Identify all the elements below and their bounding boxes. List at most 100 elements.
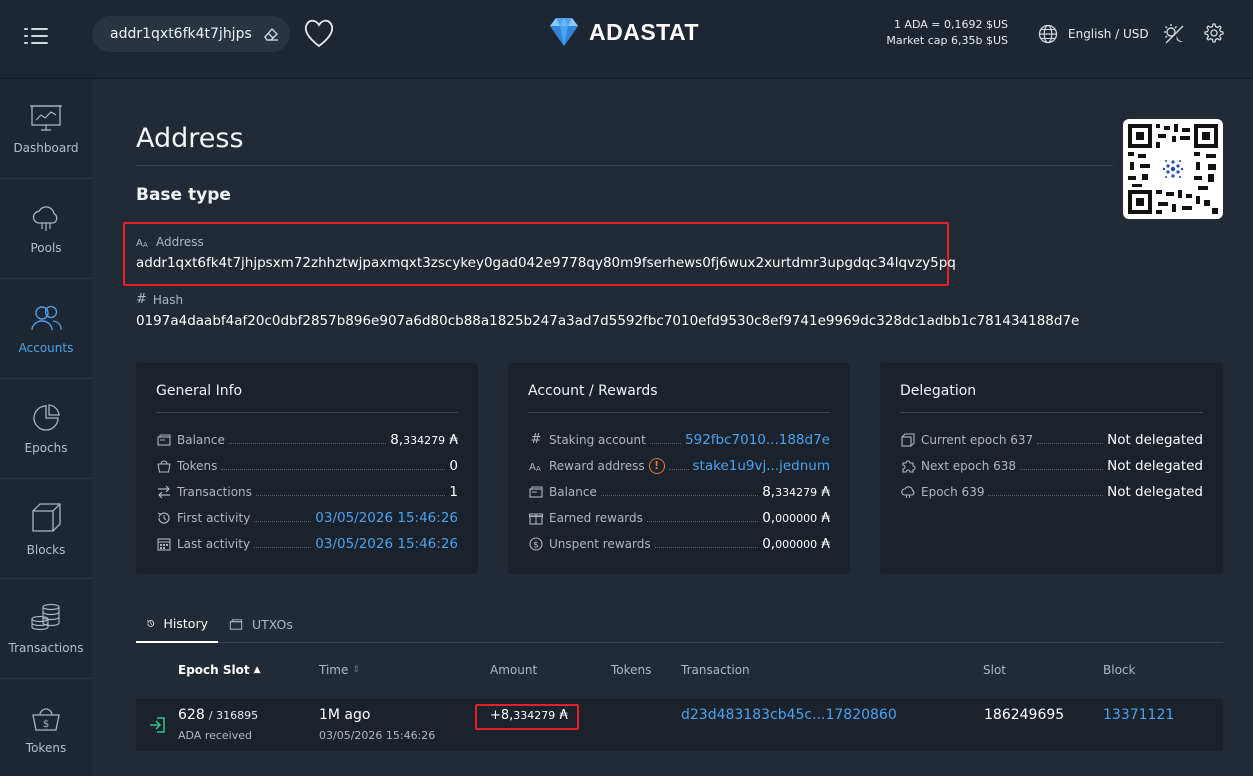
favorite-heart-icon[interactable] <box>302 16 336 54</box>
address-field: AA Address addr1qxt6fk4t7jhjpsxm72zhhztw… <box>136 235 956 271</box>
sidebar-item-accounts[interactable]: Accounts <box>0 279 92 379</box>
hash-value[interactable]: 0197a4daabf4af20c0dbf2857b896e907a6d80cb… <box>136 313 1079 329</box>
transactions-row: Transactions 1 <box>156 479 458 505</box>
card-title: Delegation <box>900 383 1203 413</box>
delegation-status: Not delegated <box>1107 432 1203 448</box>
incoming-arrow-icon <box>150 717 165 733</box>
first-activity-link[interactable]: 03/05/2026 15:46:26 <box>315 510 458 526</box>
hash-field: # Hash 0197a4daabf4af20c0dbf2857b896e907… <box>136 292 1079 329</box>
history-icon <box>157 512 170 524</box>
menu-icon[interactable] <box>24 26 48 46</box>
basket-icon <box>157 460 171 473</box>
calendar-icon <box>157 538 171 551</box>
qr-code[interactable] <box>1123 119 1223 219</box>
tx-type: ADA received <box>178 729 253 742</box>
market-cap: Market cap 6,35b $US <box>886 34 1008 47</box>
column-header-epoch-slot[interactable]: Epoch Slot ▲ <box>178 663 261 677</box>
slot-in-epoch: / 316895 <box>208 709 259 722</box>
reward-address-row: AA Reward address ! stake1u9vj...jednum <box>528 453 830 479</box>
qr-code-image <box>1128 124 1218 214</box>
transactions-value: 1 <box>449 484 458 500</box>
amount-highlight <box>475 704 579 730</box>
card-title: Account / Rewards <box>528 383 830 413</box>
unspent-rewards-row: $ Unspent rewards 0,000000 ₳ <box>528 531 830 557</box>
column-header-time[interactable]: Time ⇕ <box>319 663 360 677</box>
block-link[interactable]: 13371121 <box>1103 707 1174 723</box>
hash-label: Hash <box>152 292 184 307</box>
history-icon <box>147 619 155 627</box>
sidebar-item-label: Tokens <box>25 740 67 755</box>
sidebar-item-dashboard[interactable]: Dashboard <box>0 79 92 179</box>
last-activity-link[interactable]: 03/05/2026 15:46:26 <box>315 536 458 552</box>
sidebar-item-blocks[interactable]: Blocks <box>0 479 92 579</box>
column-header-slot: Slot <box>983 663 1006 677</box>
sidebar-item-label: Accounts <box>18 340 74 355</box>
balance-label: Balance <box>177 433 225 447</box>
sort-icon: ⇕ <box>352 665 360 675</box>
unspent-rewards-label: Unspent rewards <box>549 537 651 551</box>
reward-address-label: Reward address <box>549 459 645 473</box>
general-info-card: General Info Balance 8,334279 ₳ Tokens 0… <box>136 363 478 574</box>
delegation-epoch-label: Next epoch 638 <box>921 459 1017 473</box>
top-bar: addr1qxt6fk4t7jhjpsxm ADASTAT 1 ADA = 0,… <box>0 0 1253 79</box>
account-balance-row: Balance 8,334279 ₳ <box>528 479 830 505</box>
slot-value: 186249695 <box>984 707 1065 723</box>
theme-toggle-icon[interactable] <box>1162 22 1186 50</box>
tab-label: History <box>163 615 208 631</box>
hash-icon: # <box>530 432 542 447</box>
title-divider <box>136 165 1113 166</box>
epoch-number: 628 <box>178 707 205 723</box>
cloud-icon <box>32 205 58 231</box>
logo[interactable]: ADASTAT <box>547 15 699 49</box>
unspent-rewards-value: 0,000000 ₳ <box>762 536 830 552</box>
tokens-row: Tokens 0 <box>156 453 458 479</box>
reward-address-link[interactable]: stake1u9vj...jednum <box>693 458 830 474</box>
eraser-icon[interactable] <box>262 25 280 47</box>
wallet-icon <box>529 486 543 498</box>
wallet-icon <box>229 618 243 630</box>
tab-bar: History UTXOs <box>136 605 1223 643</box>
column-header-block: Block <box>1103 663 1136 677</box>
tab-history[interactable]: History <box>136 605 218 643</box>
svg-text:A: A <box>143 241 148 248</box>
last-activity-label: Last activity <box>177 537 251 551</box>
tab-utxos[interactable]: UTXOs <box>218 605 303 643</box>
epoch-slot-cell: 628 / 316895 <box>178 707 258 723</box>
staking-account-link[interactable]: 592fbc7010...188d7e <box>685 432 830 448</box>
svg-text:$: $ <box>533 541 539 551</box>
time-ago: 1M ago <box>319 707 371 723</box>
delegation-status: Not delegated <box>1107 458 1203 474</box>
tab-label: UTXOs <box>252 616 293 632</box>
first-activity-row: First activity 03/05/2026 15:46:26 <box>156 505 458 531</box>
settings-gear-icon[interactable] <box>1202 22 1224 48</box>
address-value[interactable]: addr1qxt6fk4t7jhjpsxm72zhhztwjpaxmqxt3zs… <box>136 255 956 271</box>
address-type-heading: Base type <box>136 185 231 205</box>
delegation-row: Epoch 639 Not delegated <box>900 479 1203 505</box>
transaction-link[interactable]: d23d483183cb45c...17820860 <box>681 707 897 723</box>
language-selector[interactable]: English / USD <box>1038 24 1149 44</box>
table-row[interactable]: 628 / 316895 ADA received 1M ago 03/05/2… <box>136 699 1223 751</box>
svg-text:A: A <box>536 465 541 473</box>
first-activity-label: First activity <box>177 511 251 525</box>
search-value: addr1qxt6fk4t7jhjpsxm <box>110 26 252 42</box>
address-label: Address <box>156 235 204 249</box>
hash-icon: # <box>136 292 147 307</box>
ada-price: 1 ADA = 0,1692 $US <box>893 18 1008 31</box>
warning-icon[interactable]: ! <box>648 458 665 474</box>
account-rewards-card: Account / Rewards # Staking account 592f… <box>508 363 850 574</box>
svg-text:A: A <box>529 462 536 473</box>
sidebar-item-transactions[interactable]: Transactions <box>0 579 92 679</box>
sidebar-item-tokens[interactable]: $ Tokens <box>0 679 92 776</box>
globe-icon <box>1038 24 1058 44</box>
last-activity-row: Last activity 03/05/2026 15:46:26 <box>156 531 458 557</box>
text-icon: AA <box>529 462 541 473</box>
sidebar-item-label: Blocks <box>26 542 66 557</box>
sidebar-item-pools[interactable]: Pools <box>0 179 92 279</box>
svg-text:A: A <box>136 238 143 248</box>
search-input[interactable]: addr1qxt6fk4t7jhjpsxm <box>92 16 290 52</box>
tokens-value: 0 <box>449 458 458 474</box>
card-title: General Info <box>156 383 458 413</box>
sidebar-item-epochs[interactable]: Epochs <box>0 379 92 479</box>
staking-account-row: # Staking account 592fbc7010...188d7e <box>528 427 830 453</box>
price-info: 1 ADA = 0,1692 $US Market cap 6,35b $US <box>886 17 1008 49</box>
